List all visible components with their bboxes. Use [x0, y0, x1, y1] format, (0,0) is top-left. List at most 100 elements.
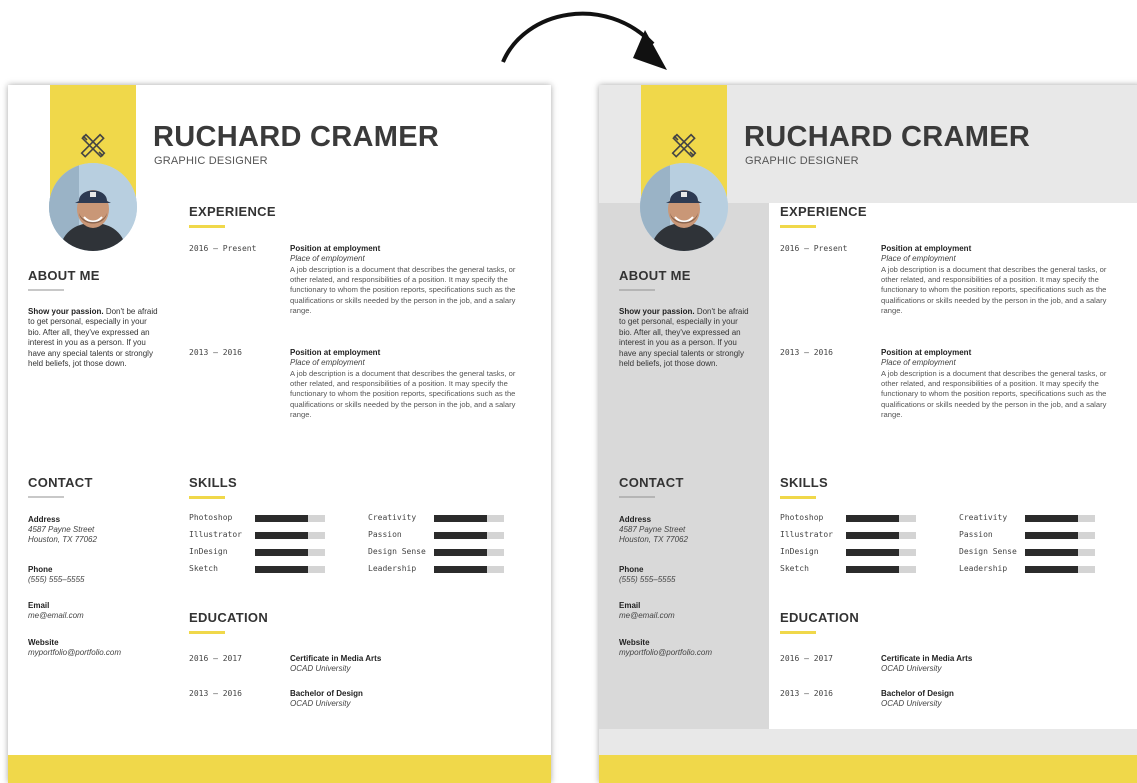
experience-description: A job description is a document that des…	[881, 265, 1107, 315]
contact-underline	[28, 496, 64, 498]
education-title: EDUCATION	[780, 610, 860, 625]
experience-description: A job description is a document that des…	[881, 369, 1107, 419]
education-dates: 2013 – 2016	[189, 689, 242, 698]
skill-bar	[255, 515, 325, 522]
skill-bar	[255, 532, 325, 539]
email-value: me@email.com	[28, 611, 84, 620]
skill-bar	[846, 515, 916, 522]
education-dates: 2013 – 2016	[780, 689, 833, 698]
contact-title: CONTACT	[619, 475, 684, 490]
experience-dates: 2016 – Present	[189, 244, 257, 253]
skill-bar	[1025, 566, 1095, 573]
phone-label: Phone	[619, 565, 644, 574]
about-lead: Show your passion.	[28, 307, 104, 316]
contact-phone: Phone (555) 555–5555	[28, 565, 168, 585]
skill-bar	[434, 532, 504, 539]
skill-bar-fill	[846, 549, 899, 556]
education-degree: Bachelor of Design	[290, 689, 363, 698]
experience-underline	[189, 225, 225, 228]
address-line: Houston, TX 77062	[619, 535, 688, 544]
education-underline	[780, 631, 816, 634]
experience-item: Position at employment Place of employme…	[290, 348, 520, 420]
contact-email: Email me@email.com	[619, 601, 759, 621]
skill-bar	[846, 566, 916, 573]
experience-position: Position at employment	[881, 244, 972, 253]
about-underline	[28, 289, 64, 291]
experience-dates: 2013 – 2016	[780, 348, 833, 357]
experience-title: EXPERIENCE	[780, 204, 867, 219]
footer-accent-bar	[8, 755, 551, 783]
skill-label: Creativity	[959, 513, 1008, 522]
skill-label: Illustrator	[189, 530, 242, 539]
skill-bar-fill	[434, 532, 487, 539]
about-title: ABOUT ME	[619, 268, 691, 283]
skill-bar-fill	[846, 532, 899, 539]
skills-title: SKILLS	[189, 475, 238, 490]
skills-underline	[780, 496, 816, 499]
skill-label: InDesign	[189, 547, 228, 556]
skill-label: Illustrator	[780, 530, 833, 539]
education-item: Certificate in Media Arts OCAD Universit…	[881, 654, 1081, 674]
contact-email: Email me@email.com	[28, 601, 168, 621]
contact-underline	[619, 496, 655, 498]
website-value: myportfolio@portfolio.com	[619, 648, 713, 657]
phone-value: (555) 555–5555	[619, 575, 676, 584]
experience-dates: 2013 – 2016	[189, 348, 242, 357]
about-title: ABOUT ME	[28, 268, 100, 283]
crossed-tools-icon	[671, 133, 697, 158]
education-item: Bachelor of Design OCAD University	[290, 689, 490, 709]
skill-bar-fill	[255, 566, 308, 573]
resume-page-grey: RUCHARD CRAMER GRAPHIC DESIGNER ABOUT ME…	[599, 85, 1137, 783]
skill-label: Sketch	[189, 564, 218, 573]
education-school: OCAD University	[881, 699, 942, 708]
experience-place: Place of employment	[290, 254, 365, 263]
avatar	[49, 163, 137, 251]
skills-title: SKILLS	[780, 475, 829, 490]
experience-position: Position at employment	[290, 244, 381, 253]
experience-item: Position at employment Place of employme…	[290, 244, 520, 316]
about-underline	[619, 289, 655, 291]
address-label: Address	[619, 515, 652, 524]
skill-bar-fill	[1025, 549, 1078, 556]
skills-underline	[189, 496, 225, 499]
skill-label: Photoshop	[189, 513, 233, 522]
skill-bar-fill	[434, 515, 487, 522]
education-item: Bachelor of Design OCAD University	[881, 689, 1081, 709]
skill-bar	[255, 566, 325, 573]
about-body: Don't be afraid to get personal, especia…	[619, 307, 749, 369]
footer-accent-bar	[599, 755, 1137, 783]
skill-bar	[846, 549, 916, 556]
education-dates: 2016 – 2017	[189, 654, 242, 663]
skill-bar-fill	[434, 566, 487, 573]
education-school: OCAD University	[290, 699, 351, 708]
education-school: OCAD University	[881, 664, 942, 673]
experience-title: EXPERIENCE	[189, 204, 276, 219]
address-line: 4587 Payne Street	[28, 525, 95, 534]
skill-label: Passion	[368, 530, 402, 539]
experience-dates: 2016 – Present	[780, 244, 848, 253]
resume-name: RUCHARD CRAMER	[153, 121, 440, 153]
experience-item: Position at employment Place of employme…	[881, 244, 1111, 316]
about-body: Don't be afraid to get personal, especia…	[28, 307, 158, 369]
skill-label: Leadership	[368, 564, 417, 573]
experience-place: Place of employment	[290, 358, 365, 367]
skill-label: Leadership	[959, 564, 1008, 573]
skill-bar	[434, 566, 504, 573]
skill-label: Photoshop	[780, 513, 824, 522]
skill-bar	[434, 515, 504, 522]
website-label: Website	[28, 638, 59, 647]
email-label: Email	[28, 601, 50, 610]
about-lead: Show your passion.	[619, 307, 695, 316]
experience-description: A job description is a document that des…	[290, 265, 516, 315]
experience-position: Position at employment	[290, 348, 381, 357]
skill-bar	[846, 532, 916, 539]
skill-label: Sketch	[780, 564, 809, 573]
skill-label: Creativity	[368, 513, 417, 522]
address-line: Houston, TX 77062	[28, 535, 97, 544]
contact-address: Address 4587 Payne Street Houston, TX 77…	[28, 515, 168, 545]
about-text: Show your passion. Don't be afraid to ge…	[28, 307, 158, 369]
website-label: Website	[619, 638, 650, 647]
resume-name: RUCHARD CRAMER	[744, 121, 1031, 153]
skill-label: InDesign	[780, 547, 819, 556]
skill-bar	[1025, 515, 1095, 522]
